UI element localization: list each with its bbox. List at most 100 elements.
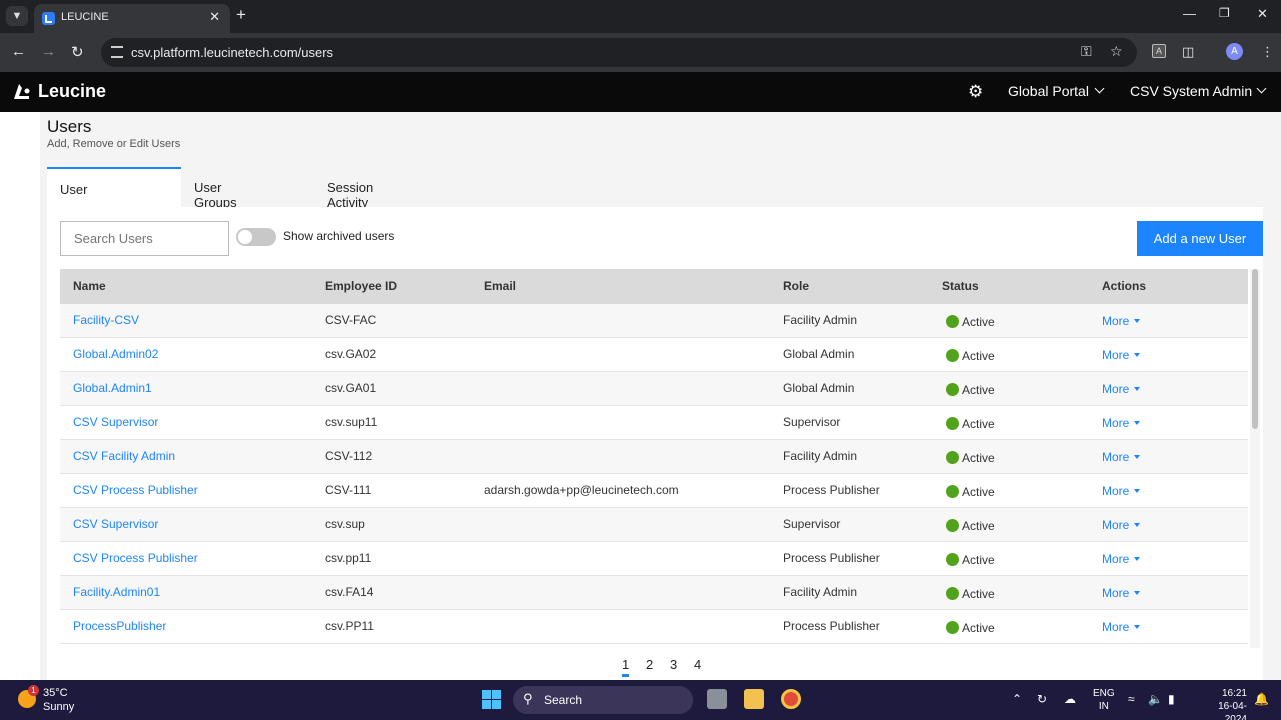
status-badge: Active (962, 417, 995, 431)
more-actions-button[interactable]: More (1102, 382, 1129, 396)
page-link-3[interactable]: 3 (670, 657, 677, 672)
chevron-down-icon[interactable] (1094, 83, 1105, 94)
status-dot-icon (946, 349, 959, 362)
user-menu[interactable]: CSV System Admin (1130, 83, 1252, 99)
more-actions-button[interactable]: More (1102, 518, 1129, 532)
close-icon[interactable]: ✕ (209, 9, 220, 25)
status-badge: Active (962, 485, 995, 499)
language-indicator[interactable]: ENG IN (1093, 687, 1115, 713)
more-actions-button[interactable]: More (1102, 620, 1129, 634)
weather-temperature[interactable]: 35°C (43, 687, 68, 699)
profile-avatar[interactable]: A (1226, 43, 1243, 60)
forward-icon[interactable]: → (41, 43, 56, 60)
more-actions-button[interactable]: More (1102, 450, 1129, 464)
user-name-link[interactable]: CSV Supervisor (73, 415, 158, 429)
password-key-icon[interactable]: ⚿ (1081, 43, 1092, 60)
caret-down-icon[interactable] (1134, 387, 1140, 391)
url-text[interactable]: csv.platform.leucinetech.com/users (131, 45, 333, 60)
window-close-icon[interactable]: ✕ (1257, 6, 1268, 22)
scrollbar-thumb[interactable] (1252, 269, 1258, 429)
battery-icon[interactable]: ▮ (1168, 692, 1175, 706)
gear-icon[interactable]: ⚙ (968, 82, 983, 102)
employee-id: csv.PP11 (325, 619, 374, 633)
more-actions-button[interactable]: More (1102, 484, 1129, 498)
onedrive-cloud-icon[interactable]: ☁ (1064, 692, 1076, 706)
caret-down-icon[interactable] (1134, 557, 1140, 561)
user-name-link[interactable]: Facility-CSV (73, 313, 139, 327)
table-scrollbar[interactable] (1250, 269, 1260, 648)
user-name-link[interactable]: ProcessPublisher (73, 619, 166, 633)
role: Process Publisher (783, 483, 880, 497)
more-actions-button[interactable]: More (1102, 586, 1129, 600)
user-name-link[interactable]: CSV Supervisor (73, 517, 158, 531)
caret-down-icon[interactable] (1134, 625, 1140, 629)
user-name-link[interactable]: CSV Process Publisher (73, 551, 198, 565)
more-actions-button[interactable]: More (1102, 416, 1129, 430)
notification-bell-icon[interactable]: 🔔 (1254, 692, 1269, 706)
windows-start-icon[interactable] (482, 690, 501, 709)
task-view-icon[interactable] (707, 689, 727, 709)
caret-down-icon[interactable] (1134, 455, 1140, 459)
system-clock[interactable]: 16:21 16-04-2024 (1206, 687, 1247, 720)
user-name-link[interactable]: Facility.Admin01 (73, 585, 160, 599)
user-name-link[interactable]: Global.Admin02 (73, 347, 158, 361)
column-header[interactable]: Status (942, 279, 979, 293)
archived-toggle[interactable] (236, 228, 276, 246)
caret-down-icon[interactable] (1134, 353, 1140, 357)
site-info-icon[interactable] (111, 46, 123, 58)
tab-session-activity[interactable]: Session Activity (327, 167, 373, 210)
portal-switcher[interactable]: Global Portal (1008, 83, 1089, 99)
new-tab-icon[interactable]: + (236, 5, 246, 25)
more-actions-button[interactable]: More (1102, 348, 1129, 362)
add-user-button[interactable]: Add a new User (1137, 221, 1263, 256)
restore-icon[interactable]: ❐ (1219, 6, 1230, 20)
address-bar[interactable]: csv.platform.leucinetech.com/users ⚿ ☆ (101, 38, 1137, 67)
tab-user[interactable]: User (47, 167, 181, 207)
tab-list-icon[interactable]: ▼ (6, 6, 28, 26)
reload-icon[interactable]: ↻ (71, 43, 84, 61)
page-link-4[interactable]: 4 (694, 657, 701, 672)
more-actions-button[interactable]: More (1102, 314, 1129, 328)
user-name-link[interactable]: CSV Facility Admin (73, 449, 175, 463)
translate-extension-icon[interactable]: A (1152, 44, 1166, 58)
caret-down-icon[interactable] (1134, 421, 1140, 425)
minimize-icon[interactable]: — (1183, 6, 1196, 21)
user-name-link[interactable]: CSV Process Publisher (73, 483, 198, 497)
employee-id: csv.sup (325, 517, 365, 531)
column-header[interactable]: Name (73, 279, 106, 293)
browser-tab[interactable]: LEUCINE ✕ (34, 4, 230, 33)
chrome-icon[interactable] (781, 689, 801, 709)
more-actions-button[interactable]: More (1102, 552, 1129, 566)
column-header[interactable]: Actions (1102, 279, 1146, 293)
menu-icon[interactable]: ⋮ (1261, 44, 1274, 60)
search-input[interactable] (60, 221, 229, 256)
bookmark-star-icon[interactable]: ☆ (1110, 43, 1123, 60)
column-header[interactable]: Employee ID (325, 279, 397, 293)
tray-chevron-up-icon[interactable]: ⌃ (1012, 692, 1022, 706)
tab-user-groups[interactable]: User Groups (194, 167, 237, 210)
caret-down-icon[interactable] (1134, 523, 1140, 527)
file-explorer-icon[interactable] (744, 689, 764, 709)
caret-down-icon[interactable] (1134, 319, 1140, 323)
column-header[interactable]: Email (484, 279, 516, 293)
role: Process Publisher (783, 619, 880, 633)
status-dot-icon (946, 315, 959, 328)
page-link-1[interactable]: 1 (622, 657, 630, 677)
status-dot-icon (946, 587, 959, 600)
caret-down-icon[interactable] (1134, 489, 1140, 493)
extensions-icon[interactable]: ◫ (1182, 44, 1194, 60)
page-link-2[interactable]: 2 (646, 657, 653, 672)
taskbar-search[interactable]: ⚲ Search (513, 686, 693, 714)
caret-down-icon[interactable] (1134, 591, 1140, 595)
address-toolbar: ← → ↻ csv.platform.leucinetech.com/users… (0, 33, 1281, 72)
user-name-link[interactable]: Global.Admin1 (73, 381, 152, 395)
sync-icon[interactable]: ↻ (1037, 692, 1047, 706)
toggle-knob (238, 230, 252, 244)
back-icon[interactable]: ← (11, 43, 26, 60)
status-badge: Active (962, 621, 995, 635)
wifi-icon[interactable]: ≈ (1128, 692, 1135, 706)
volume-icon[interactable]: 🔈 (1148, 692, 1163, 706)
column-header[interactable]: Role (783, 279, 809, 293)
weather-condition[interactable]: Sunny (43, 701, 74, 713)
chevron-down-icon[interactable] (1256, 83, 1267, 94)
